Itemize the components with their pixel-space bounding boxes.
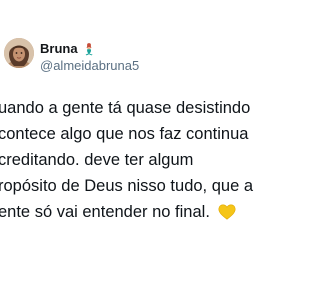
display-name[interactable]: Bruna (40, 41, 78, 57)
tweet-line: contece algo que nos faz continua (0, 125, 249, 143)
tweet-text: uando a gente tá quase desistindo contec… (0, 95, 288, 225)
mermaid-icon (82, 42, 96, 56)
author-handle[interactable]: @almeidabruna5 (40, 58, 139, 74)
tweet-last-line: ente só vai entender no final. (0, 199, 288, 225)
tweet-line: uando a gente tá quase desistindo (0, 99, 251, 117)
avatar[interactable] (4, 38, 34, 68)
tweet-card: Bruna @almeidabruna5 uando a gente tá qu… (0, 0, 288, 288)
profile-photo-icon (4, 38, 34, 68)
tweet-line: creditando. deve ter algum (0, 151, 194, 169)
tweet-line: ente só vai entender no final. (0, 203, 210, 221)
tweet-line: ropósito de Deus nisso tudo, que a (0, 177, 254, 195)
author-name-row: Bruna (40, 41, 96, 57)
yellow-heart-icon (218, 204, 236, 220)
